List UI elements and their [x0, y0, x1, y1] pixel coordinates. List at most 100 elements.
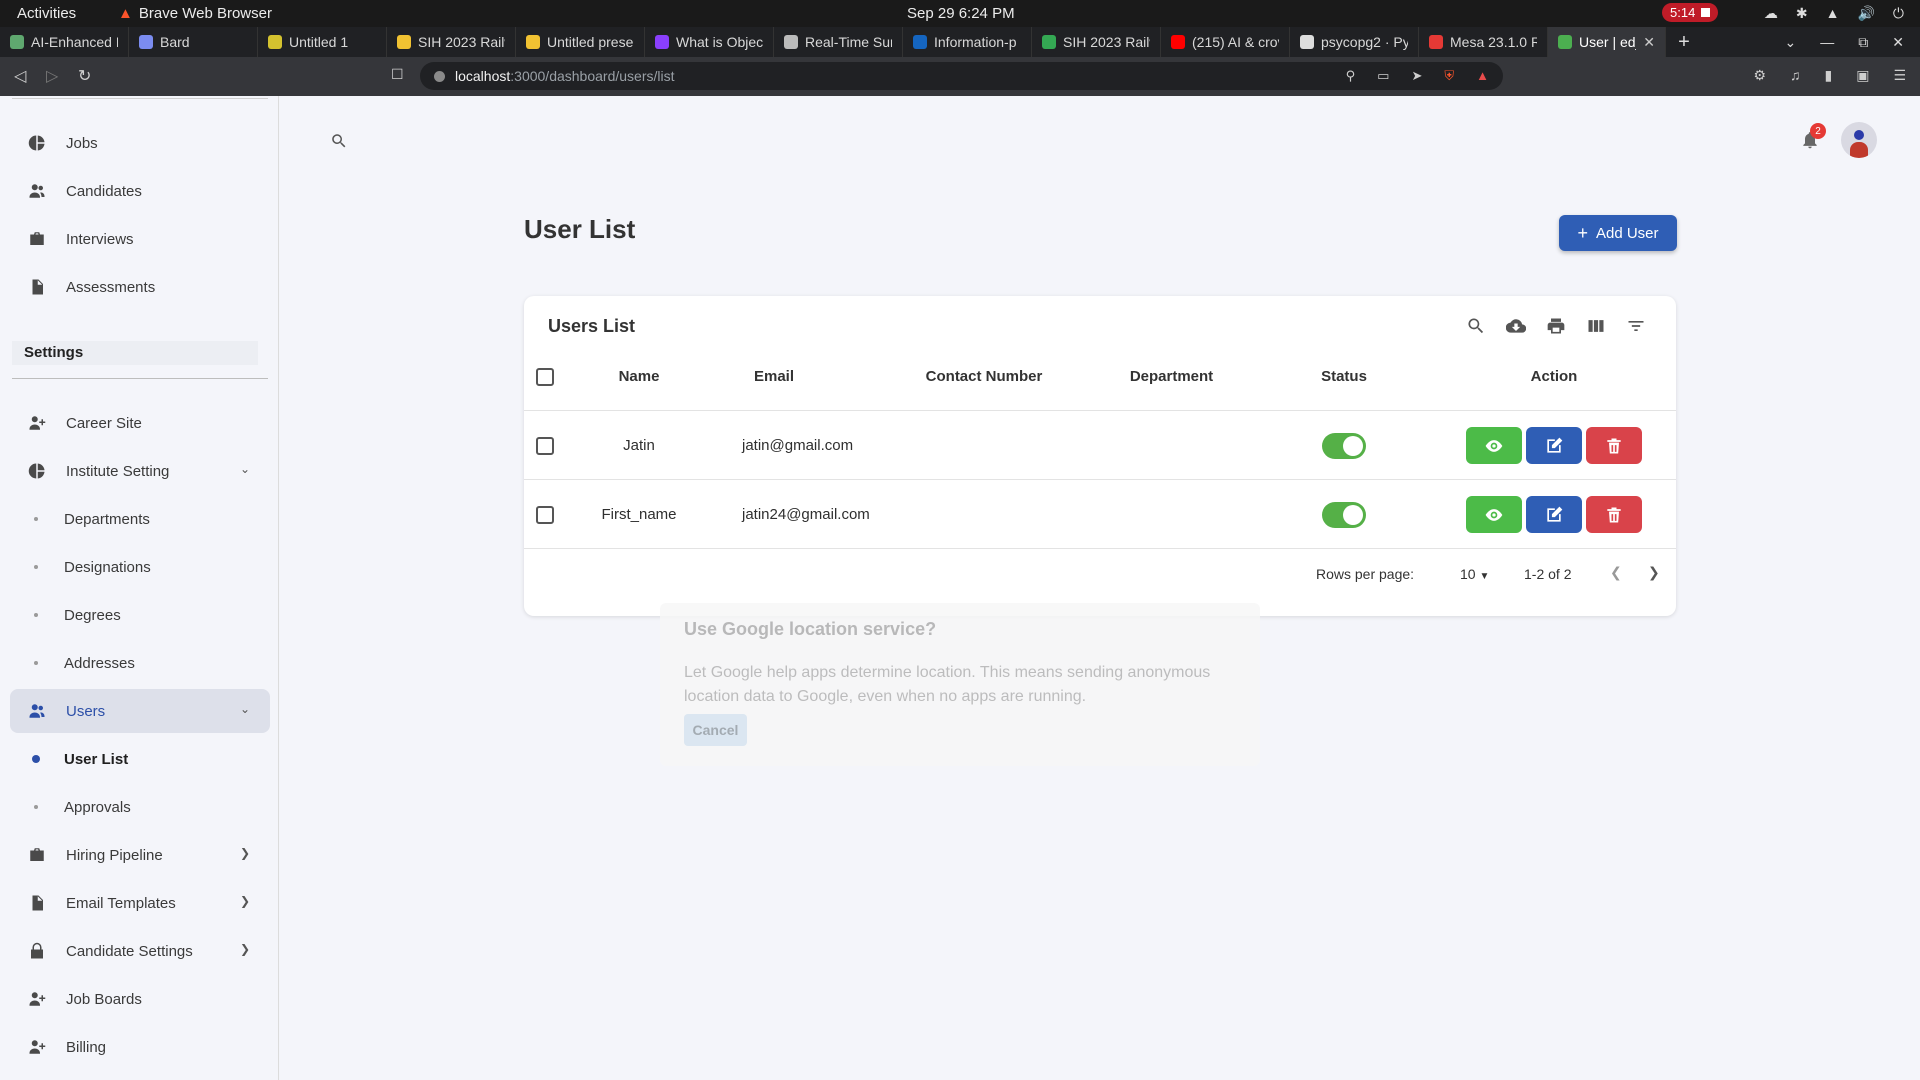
share-icon[interactable]: ➤	[1411, 68, 1422, 84]
browser-tab[interactable]: Real-Time Sur	[774, 27, 903, 57]
prev-page-icon[interactable]: ❮	[1610, 564, 1622, 581]
sidebar-item-interviews[interactable]: Interviews	[10, 217, 270, 261]
edit-button[interactable]	[1526, 427, 1582, 464]
search-icon[interactable]	[330, 132, 348, 155]
reload-icon[interactable]: ↻	[78, 66, 91, 86]
browser-tab[interactable]: psycopg2 · Py	[1290, 27, 1419, 57]
column-header-contact[interactable]: Contact Number	[889, 342, 1079, 411]
sidebar-subitem-departments[interactable]: Departments	[10, 499, 270, 539]
new-tab-button[interactable]: +	[1666, 27, 1702, 57]
maximize-icon[interactable]: ⧉	[1858, 34, 1868, 51]
view-button[interactable]	[1466, 427, 1522, 464]
browser-tab[interactable]: Mesa 23.1.0 R	[1419, 27, 1548, 57]
print-icon[interactable]	[1546, 316, 1566, 336]
tab-title: Real-Time Sur	[805, 34, 892, 50]
sidebar-item-users[interactable]: Users ⌄	[10, 689, 270, 733]
sidebar-item-institute-setting[interactable]: Institute Setting ⌄	[10, 449, 270, 493]
column-header-name[interactable]: Name	[584, 342, 694, 411]
tab-favicon-icon	[139, 35, 153, 49]
browser-tab[interactable]: What is Objec	[645, 27, 774, 57]
sidebar-item-email-templates[interactable]: Email Templates ❯	[10, 881, 270, 925]
sidebar-subitem-addresses[interactable]: Addresses	[10, 643, 270, 683]
browser-tab[interactable]: AI-Enhanced F	[0, 27, 129, 57]
browser-tab[interactable]: SIH 2023 Railw	[387, 27, 516, 57]
select-all-checkbox[interactable]	[536, 367, 554, 386]
status-toggle[interactable]	[1322, 432, 1366, 459]
brave-rewards-icon[interactable]: ▲	[1476, 68, 1489, 84]
brave-shield-icon[interactable]: ⛨	[1444, 68, 1454, 84]
actions-cell	[1454, 411, 1654, 480]
filter-icon[interactable]	[1626, 316, 1646, 336]
chevron-right-icon: ❯	[239, 894, 250, 908]
sidebar-subitem-degrees[interactable]: Degrees	[10, 595, 270, 635]
column-header-email[interactable]: Email	[694, 342, 854, 411]
sidebar-subitem-designations[interactable]: Designations	[10, 547, 270, 587]
dialog-cancel-button[interactable]: Cancel	[684, 714, 747, 746]
sidebar-item-billing[interactable]: Billing	[10, 1025, 270, 1069]
divider	[12, 98, 268, 99]
cast-icon[interactable]: ▭	[1377, 68, 1389, 84]
minimize-icon[interactable]: —	[1820, 34, 1834, 50]
back-icon[interactable]: ◁	[14, 66, 26, 86]
rows-per-page-select[interactable]: 10 ▼	[1460, 566, 1489, 582]
view-button[interactable]	[1466, 496, 1522, 533]
tab-favicon-icon	[913, 35, 927, 49]
activities-button[interactable]: Activities	[17, 5, 76, 22]
sidebar-item-jobs[interactable]: Jobs	[10, 121, 270, 165]
row-checkbox[interactable]	[536, 436, 554, 455]
browser-tab[interactable]: SIH 2023 Railw	[1032, 27, 1161, 57]
browser-tab[interactable]: Untitled 1	[258, 27, 387, 57]
sidebar-toggle-icon[interactable]: ▮	[1824, 67, 1832, 84]
forward-icon[interactable]: ▷	[46, 66, 58, 86]
row-checkbox[interactable]	[536, 505, 554, 524]
briefcase-icon	[28, 230, 46, 248]
delete-button[interactable]	[1586, 427, 1642, 464]
bookmark-icon[interactable]: ☐	[391, 66, 404, 83]
edit-button[interactable]	[1526, 496, 1582, 533]
sidebar-item-career-site[interactable]: Career Site	[10, 401, 270, 445]
notifications-bell-icon[interactable]: 2	[1800, 123, 1826, 155]
site-info-icon[interactable]	[434, 70, 445, 82]
sidebar-item-candidate-settings[interactable]: Candidate Settings ❯	[10, 929, 270, 973]
browser-tab[interactable]: (215) AI & crov	[1161, 27, 1290, 57]
bullet-icon	[34, 613, 38, 617]
column-header-department[interactable]: Department	[1084, 342, 1259, 411]
menu-icon[interactable]: ☰	[1893, 67, 1906, 84]
tab-search-icon[interactable]: ⌄	[1785, 34, 1797, 51]
document-icon	[28, 894, 46, 912]
download-cloud-icon[interactable]	[1506, 316, 1526, 336]
next-page-icon[interactable]: ❯	[1648, 564, 1660, 581]
browser-tab[interactable]: Information-p	[903, 27, 1032, 57]
system-tray[interactable]: ☁ ✱ ▲ 🔊 ⏻	[1764, 5, 1904, 22]
window-controls: ⌄ — ⧉ ✕	[1785, 27, 1920, 57]
avatar[interactable]	[1841, 122, 1877, 158]
columns-icon[interactable]	[1586, 316, 1606, 336]
sidebar-item-hiring-pipeline[interactable]: Hiring Pipeline ❯	[10, 833, 270, 877]
tab-favicon-icon	[655, 35, 669, 49]
sidebar-item-job-boards[interactable]: Job Boards	[10, 977, 270, 1021]
screen-recording-indicator[interactable]: 5:14	[1662, 3, 1719, 22]
browser-tab[interactable]: User | edj ✕	[1548, 27, 1666, 57]
status-toggle[interactable]	[1322, 501, 1366, 528]
address-bar[interactable]: localhost:3000/dashboard/users/list ⚲ ▭ …	[420, 62, 1503, 90]
media-icon[interactable]: ♫	[1790, 67, 1801, 84]
column-header-status[interactable]: Status	[1294, 342, 1394, 411]
close-tab-icon[interactable]: ✕	[1643, 34, 1655, 51]
wallet-icon[interactable]: ▣	[1856, 67, 1869, 84]
browser-tab[interactable]: Untitled prese	[516, 27, 645, 57]
close-window-icon[interactable]: ✕	[1892, 34, 1904, 51]
app-menu[interactable]: ▲ Brave Web Browser	[118, 5, 272, 22]
search-icon[interactable]	[1466, 316, 1486, 336]
delete-button[interactable]	[1586, 496, 1642, 533]
sidebar-subitem-approvals[interactable]: Approvals	[10, 787, 270, 827]
sidebar-subitem-user-list[interactable]: User List	[10, 739, 270, 779]
key-icon[interactable]: ⚲	[1346, 68, 1356, 84]
extensions-icon[interactable]: ⚙	[1753, 67, 1766, 84]
sidebar-item-candidates[interactable]: Candidates	[10, 169, 270, 213]
clock[interactable]: Sep 29 6:24 PM	[907, 5, 1015, 22]
sidebar-item-assessments[interactable]: Assessments	[10, 265, 270, 309]
document-icon	[28, 278, 46, 296]
page-title: User List	[524, 214, 636, 244]
browser-tab[interactable]: Bard	[129, 27, 258, 57]
add-user-button[interactable]: + Add User	[1559, 215, 1677, 251]
